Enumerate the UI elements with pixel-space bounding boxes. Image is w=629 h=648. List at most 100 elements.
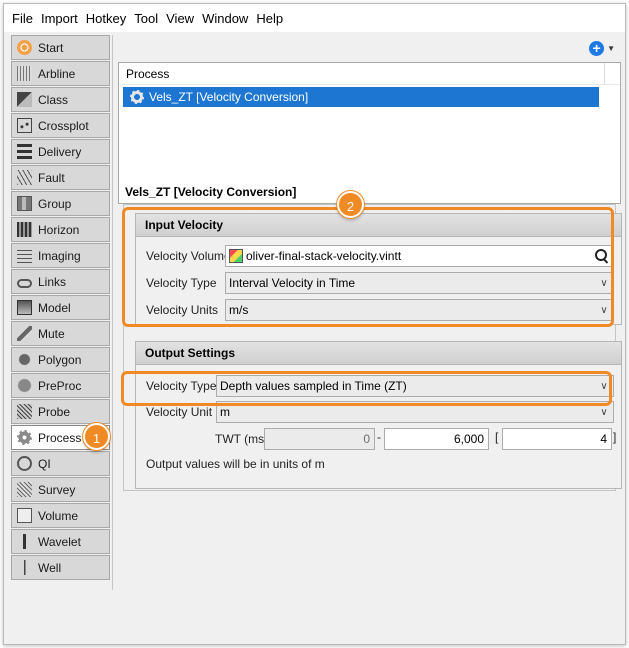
sidebar-item-label: Survey — [38, 482, 76, 497]
step-bracket-open: [ — [495, 430, 499, 444]
mute-icon — [17, 326, 32, 341]
process-list: Process Vels_ZT [Velocity Conversion] — [118, 62, 621, 204]
sidebar-item-label: Class — [38, 92, 69, 107]
sidebar-item-qi[interactable]: QI — [11, 451, 110, 476]
application-window: File Import Hotkey Tool View Window Help… — [3, 3, 626, 645]
sidebar-item-label: Mute — [38, 326, 65, 341]
step-bracket-close: ] — [613, 430, 617, 444]
sidebar-item-start[interactable]: Start — [11, 35, 110, 60]
sidebar-item-volume[interactable]: Volume — [11, 503, 110, 528]
arbline-icon — [17, 66, 32, 81]
menu-view[interactable]: View — [166, 11, 194, 26]
chevron-down-icon: ∨ — [600, 406, 608, 418]
sidebar-item-preproc[interactable]: PreProc — [11, 373, 110, 398]
process-list-header: Process — [119, 63, 620, 85]
sidebar-item-survey[interactable]: Survey — [11, 477, 110, 502]
sidebar-item-group[interactable]: Group — [11, 191, 110, 216]
output-units-note: Output values will be in units of m — [146, 457, 325, 471]
menu-window[interactable]: Window — [202, 11, 248, 26]
sidebar-item-label: Fault — [38, 170, 65, 185]
output-note-row: Output values will be in units of m — [136, 452, 621, 476]
sidebar-item-label: Links — [38, 274, 67, 289]
sidebar-item-label: Arbline — [38, 66, 76, 81]
sidebar-item-label: Wavelet — [38, 534, 81, 549]
output-settings-group: Output Settings Velocity Type Depth valu… — [135, 341, 622, 489]
sidebar-item-probe[interactable]: Probe — [11, 399, 110, 424]
menu-help[interactable]: Help — [256, 11, 283, 26]
twt-row: TWT (ms) 0 - 6,000 [ 4 ] — [136, 427, 621, 451]
callout-badge-2: 2 — [337, 191, 364, 218]
survey-icon — [17, 482, 32, 497]
twt-label: TWT (ms) — [215, 432, 269, 446]
twt-end-input[interactable]: 6,000 — [384, 428, 489, 450]
menu-file[interactable]: File — [12, 11, 33, 26]
sidebar-item-well[interactable]: Well — [11, 555, 110, 580]
sidebar-item-label: PreProc — [38, 378, 82, 393]
menu-import[interactable]: Import — [41, 11, 78, 26]
sidebar-item-class[interactable]: Class — [11, 87, 110, 112]
sidebar-item-imaging[interactable]: Imaging — [11, 243, 110, 268]
sidebar-item-crossplot[interactable]: Crossplot — [11, 113, 110, 138]
callout-highlight-input-velocity — [122, 207, 614, 327]
gear-icon — [130, 90, 144, 104]
crossplot-icon — [17, 118, 32, 133]
delivery-icon — [17, 144, 32, 159]
list-item[interactable]: Vels_ZT [Velocity Conversion] — [123, 87, 599, 107]
sidebar-item-label: Group — [38, 196, 72, 211]
links-icon — [17, 278, 32, 288]
sidebar-item-horizon[interactable]: Horizon — [11, 217, 110, 242]
well-icon — [17, 560, 32, 575]
imaging-icon — [17, 248, 32, 263]
sidebar-item-model[interactable]: Model — [11, 295, 110, 320]
sidebar-item-label: Crossplot — [38, 118, 89, 133]
group-title: Output Settings — [136, 342, 621, 365]
sidebar-item-polygon[interactable]: Polygon — [11, 347, 110, 372]
sidebar-item-label: Well — [38, 560, 62, 575]
plus-icon: + — [589, 41, 605, 56]
fault-icon — [17, 170, 32, 185]
group-icon — [17, 196, 32, 211]
sidebar-item-label: Model — [38, 300, 71, 315]
sidebar-item-wavelet[interactable]: Wavelet — [11, 529, 110, 554]
start-icon — [17, 40, 32, 55]
sidebar-item-label: Imaging — [38, 248, 81, 263]
qi-icon — [17, 456, 32, 471]
polygon-icon — [17, 352, 32, 367]
add-process-button[interactable]: + ▼ — [589, 41, 615, 56]
class-icon — [17, 92, 32, 107]
menu-hotkey[interactable]: Hotkey — [86, 11, 126, 26]
twt-step-input[interactable]: 4 — [502, 428, 612, 450]
sidebar-item-label: Polygon — [38, 352, 82, 367]
sidebar-item-label: QI — [38, 456, 51, 471]
gear-icon — [17, 430, 32, 445]
chevron-down-icon: ▼ — [607, 44, 615, 53]
twt-start-input: 0 — [264, 428, 375, 450]
page-title: Vels_ZT [Velocity Conversion] — [125, 185, 297, 199]
range-separator: - — [377, 430, 381, 444]
horizon-icon — [17, 222, 32, 237]
field-label: Velocity Unit — [146, 405, 213, 419]
sidebar-item-label: Horizon — [38, 222, 80, 237]
menu-bar: File Import Hotkey Tool View Window Help — [4, 4, 625, 32]
sidebar-item-label: Start — [38, 40, 64, 55]
sidebar-item-links[interactable]: Links — [11, 269, 110, 294]
sidebar-item-arbline[interactable]: Arbline — [11, 61, 110, 86]
sidebar-item-delivery[interactable]: Delivery — [11, 139, 110, 164]
sidebar-item-label: Process — [38, 430, 82, 445]
sidebar-item-label: Probe — [38, 404, 71, 419]
list-scrollbar[interactable] — [604, 63, 620, 85]
left-toolbar: Start Arbline Class Crossplot Delivery Fault G… — [11, 35, 110, 583]
select-value: m — [220, 405, 230, 419]
sidebar-item-fault[interactable]: Fault — [11, 165, 110, 190]
callout-badge-1: 1 — [83, 423, 110, 450]
probe-icon — [17, 404, 32, 419]
menu-tool[interactable]: Tool — [134, 11, 158, 26]
volume-icon — [17, 508, 32, 523]
preproc-icon — [17, 378, 32, 393]
model-icon — [17, 300, 32, 315]
sidebar-item-label: Delivery — [38, 144, 82, 159]
wavelet-icon — [17, 534, 32, 549]
callout-highlight-output-velocity-type — [121, 371, 612, 406]
sidebar-item-mute[interactable]: Mute — [11, 321, 110, 346]
sidebar-item-label: Volume — [38, 508, 79, 523]
